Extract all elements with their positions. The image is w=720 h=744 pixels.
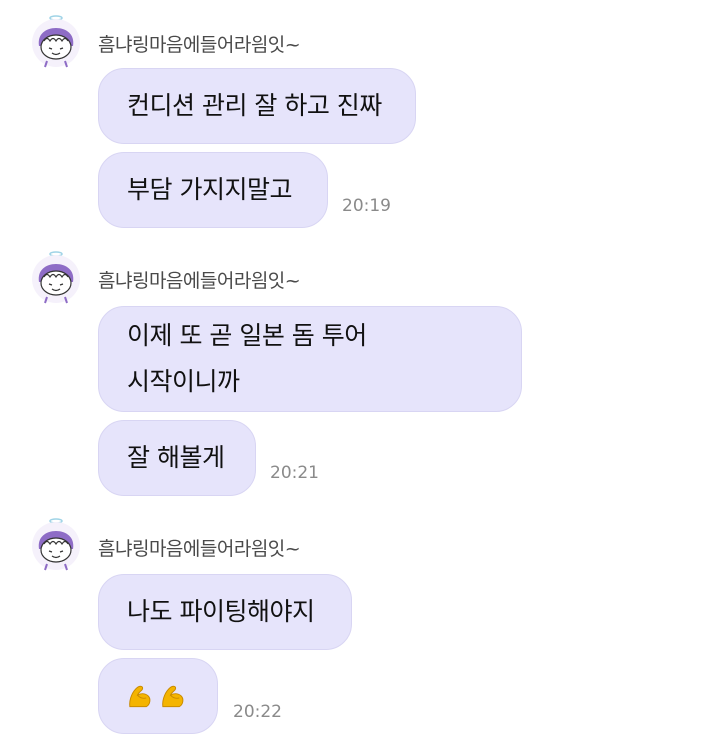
message-timestamp: 20:22 <box>233 702 282 722</box>
sender-name: 흠냐링마음에들어라읨잇~ <box>98 34 301 56</box>
message-bubble[interactable]: 나도 파이팅해야지 <box>98 574 352 650</box>
message-bubble[interactable]: 컨디션 관리 잘 하고 진짜 <box>98 68 416 144</box>
message-text-line: 이제 또 곧 일본 돔 투어 <box>127 321 367 350</box>
sender-name: 흠냐링마음에들어라읨잇~ <box>98 538 301 560</box>
message-text: 잘 해볼게 <box>127 443 225 472</box>
message-text: 부담 가지지말고 <box>127 175 292 204</box>
avatar[interactable] <box>30 14 82 70</box>
flexed-biceps-icon <box>162 685 184 708</box>
message-text: 컨디션 관리 잘 하고 진짜 <box>127 91 382 120</box>
message-text-line: 시작이니까 <box>127 367 240 396</box>
message-text: 나도 파이팅해야지 <box>127 597 315 626</box>
avatar[interactable] <box>30 250 82 306</box>
sender-name: 흠냐링마음에들어라읨잇~ <box>98 270 301 292</box>
cartoon-face-avatar-icon <box>32 251 80 304</box>
message-timestamp: 20:19 <box>342 196 391 216</box>
message-bubble[interactable] <box>98 658 218 734</box>
avatar[interactable] <box>30 517 82 573</box>
cartoon-face-avatar-icon <box>32 518 80 571</box>
flexed-biceps-icon <box>129 685 151 708</box>
message-bubble[interactable]: 이제 또 곧 일본 돔 투어 시작이니까 <box>98 306 522 412</box>
message-timestamp: 20:21 <box>270 463 319 483</box>
message-bubble[interactable]: 부담 가지지말고 <box>98 152 328 228</box>
message-bubble[interactable]: 잘 해볼게 <box>98 420 256 496</box>
cartoon-face-avatar-icon <box>32 15 80 68</box>
